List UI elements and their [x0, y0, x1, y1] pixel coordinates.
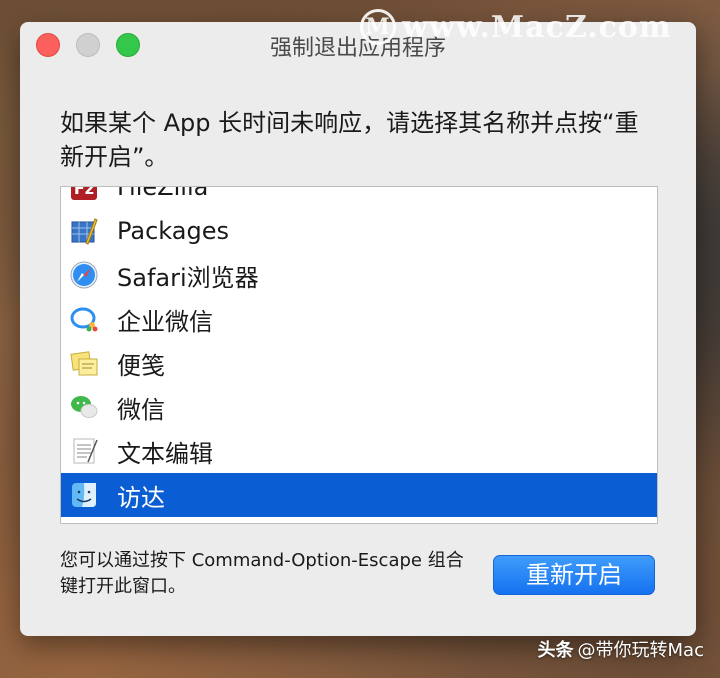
- list-item-label: Safari浏览器: [117, 263, 259, 292]
- finder-icon: [69, 480, 99, 510]
- watermark: M www.MacZ.com: [360, 4, 672, 50]
- list-item-label: Packages: [117, 217, 229, 245]
- stickies-icon: [69, 348, 99, 378]
- instructions-text: 如果某个 App 长时间未响应，请选择其名称并点按“重新开启”。: [60, 109, 639, 171]
- list-item-packages[interactable]: Packages: [61, 209, 657, 253]
- shortcut-hint: 您可以通过按下 Command-Option-Escape 组合键打开此窗口。: [60, 550, 464, 597]
- watermark-logo: M: [360, 9, 396, 45]
- packages-icon: [69, 216, 99, 246]
- list-item-label: 便笺: [117, 351, 165, 380]
- list-item-label: 微信: [117, 395, 165, 424]
- app-list[interactable]: Fz FileZilla Packages Safari浏览器 企业微信 便笺 …: [60, 186, 658, 524]
- list-item-safari[interactable]: Safari浏览器: [61, 253, 657, 297]
- credit-watermark: 头条 @带你玩转Mac: [538, 636, 704, 662]
- credit-text: @带你玩转Mac: [577, 640, 704, 661]
- force-quit-window: 强制退出应用程序 如果某个 App 长时间未响应，请选择其名称并点按“重新开启”…: [20, 22, 696, 636]
- safari-icon: [69, 260, 99, 290]
- list-item-label: 文本编辑: [117, 439, 213, 468]
- filezilla-icon: Fz: [69, 186, 99, 202]
- textedit-icon: [69, 436, 99, 466]
- credit-prefix: 头条: [537, 640, 574, 661]
- svg-text:Fz: Fz: [74, 186, 94, 198]
- list-item-stickies[interactable]: 便笺: [61, 341, 657, 385]
- list-item-textedit[interactable]: 文本编辑: [61, 429, 657, 473]
- watermark-text: www.MacZ.com: [402, 9, 672, 45]
- list-item-filezilla[interactable]: Fz FileZilla: [61, 186, 657, 209]
- list-item-label: 企业微信: [117, 307, 213, 336]
- list-item-wecom[interactable]: 企业微信: [61, 297, 657, 341]
- wecom-icon: [69, 304, 99, 334]
- list-item-finder[interactable]: 访达: [61, 473, 657, 517]
- wechat-icon: [69, 392, 99, 422]
- relaunch-button[interactable]: 重新开启: [493, 555, 655, 595]
- list-item-wechat[interactable]: 微信: [61, 385, 657, 429]
- list-item-label: FileZilla: [117, 186, 209, 201]
- list-item-label: 访达: [117, 483, 165, 512]
